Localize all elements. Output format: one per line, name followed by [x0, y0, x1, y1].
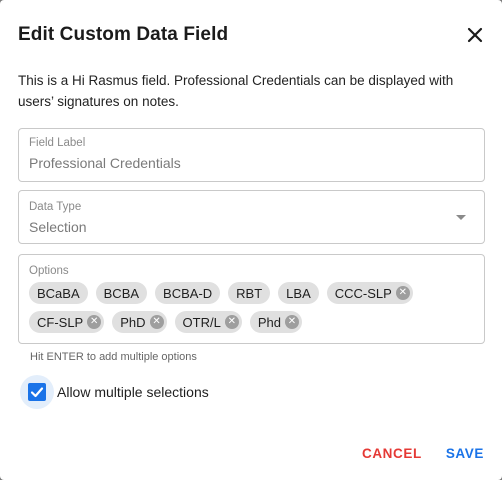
allow-multiple-label[interactable]: Allow multiple selections	[57, 384, 209, 400]
data-type-select[interactable]: Data Type Selection	[18, 190, 485, 244]
field-label-value: Professional Credentials	[29, 155, 181, 171]
chip-label: OTR/L	[182, 314, 221, 330]
chip-row: CF-SLP ✕ PhD ✕ OTR/L ✕ Phd ✕	[29, 311, 477, 333]
options-chip-list: BCaBA BCBA BCBA-D RBT LBA CCC-SLP ✕ CF-SL…	[29, 282, 477, 340]
dialog-title: Edit Custom Data Field	[18, 24, 229, 45]
option-chip[interactable]: CF-SLP ✕	[29, 311, 105, 333]
dropdown-arrow-icon[interactable]	[456, 215, 466, 220]
chip-delete-icon[interactable]: ✕	[224, 315, 239, 329]
save-button[interactable]: SAVE	[446, 446, 484, 461]
option-chip[interactable]: BCBA	[95, 282, 148, 304]
chip-label: BCBA-D	[163, 285, 213, 301]
chip-delete-icon[interactable]: ✕	[395, 286, 410, 300]
chip-row: BCaBA BCBA BCBA-D RBT LBA CCC-SLP ✕	[29, 282, 477, 304]
checkmark-icon	[30, 387, 44, 398]
data-type-value: Selection	[29, 219, 87, 235]
chip-delete-icon[interactable]: ✕	[284, 315, 299, 329]
dialog-description: This is a Hi Rasmus field. Professional …	[18, 73, 454, 109]
dialog-actions: CANCEL SAVE	[362, 446, 484, 461]
chip-label: CF-SLP	[37, 314, 84, 330]
edit-custom-data-field-dialog: Edit Custom Data Field This is a Hi Rasm…	[0, 0, 502, 480]
chip-label: BCaBA	[37, 285, 80, 301]
data-type-caption: Data Type	[29, 201, 82, 213]
dialog-header: Edit Custom Data Field	[18, 20, 488, 50]
chip-label: RBT	[236, 285, 263, 301]
chip-delete-icon[interactable]: ✕	[149, 315, 164, 329]
option-chip[interactable]: RBT	[228, 282, 271, 304]
option-chip[interactable]: Phd ✕	[249, 311, 302, 333]
field-label-input[interactable]: Field Label Professional Credentials	[18, 128, 485, 182]
allow-multiple-checkbox[interactable]	[20, 375, 54, 409]
field-label-caption: Field Label	[29, 137, 86, 149]
options-input[interactable]: Options BCaBA BCBA BCBA-D RBT LBA CCC-SL…	[18, 254, 485, 344]
chip-label: LBA	[286, 285, 311, 301]
checkbox-box	[28, 383, 46, 401]
option-chip[interactable]: BCaBA	[29, 282, 88, 304]
cancel-button[interactable]: CANCEL	[362, 446, 422, 461]
chip-label: CCC-SLP	[334, 285, 392, 301]
option-chip[interactable]: BCBA-D	[155, 282, 221, 304]
chip-delete-icon[interactable]: ✕	[87, 315, 102, 329]
chip-label: BCBA	[103, 285, 140, 301]
option-chip[interactable]: PhD ✕	[112, 311, 167, 333]
close-button[interactable]	[462, 22, 488, 48]
options-helper-text: Hit ENTER to add multiple options	[30, 351, 197, 363]
close-icon	[467, 27, 483, 43]
option-chip[interactable]: LBA	[278, 282, 319, 304]
chip-label: PhD	[120, 314, 146, 330]
chip-label: Phd	[257, 314, 281, 330]
option-chip[interactable]: CCC-SLP ✕	[326, 282, 413, 304]
option-chip[interactable]: OTR/L ✕	[174, 311, 242, 333]
options-caption: Options	[29, 265, 69, 277]
